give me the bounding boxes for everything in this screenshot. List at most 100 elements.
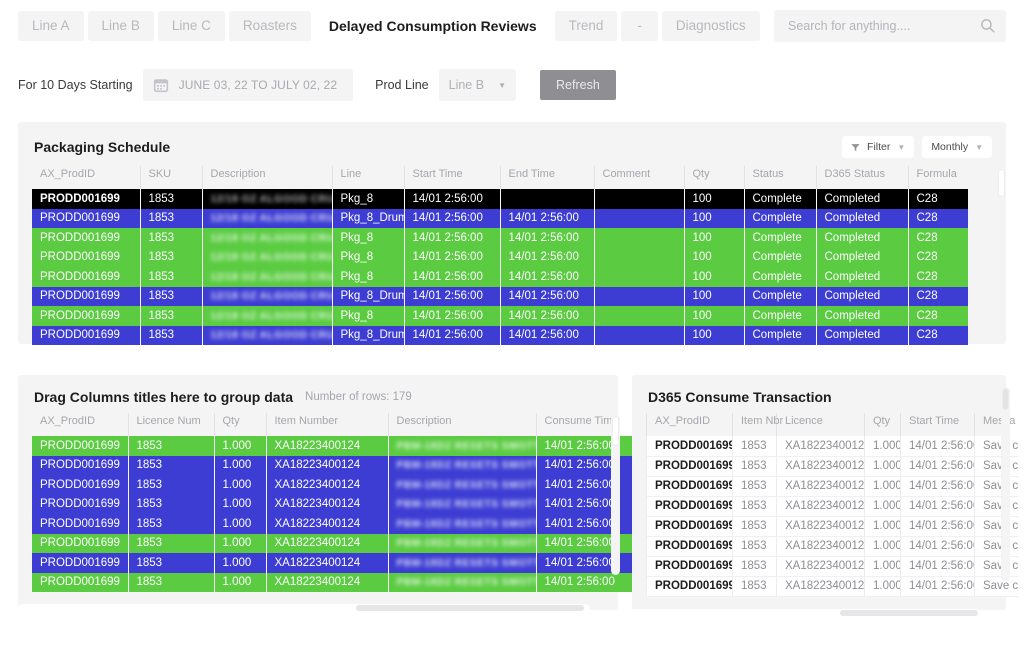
column-header[interactable]: Item Nbr [732,413,783,436]
table-row[interactable]: PRODD001699 185312/18 OZ ALGOOD CRUNCHYPk… [32,267,968,287]
scrollbar-thumb[interactable] [1002,388,1009,410]
table-row[interactable]: PRODD001699 1853 1.000 XA18223400124 PBM-18D… [32,455,632,475]
column-header[interactable]: Formula [907,166,968,189]
column-header[interactable]: Description [201,166,332,189]
table-row[interactable]: PRODD001699 185312/18 OZ ALGOOD CRUNCHYPk… [32,189,968,209]
d365-vertical-scrollbar[interactable] [1001,387,1010,581]
prod-line-select[interactable]: Line B ▼ [438,69,516,101]
scrollbar-thumb[interactable] [840,609,978,616]
table-row[interactable]: PRODD001699 185312/18 OZ ALGOOD CRUNCHYPk… [32,247,968,267]
column-header[interactable]: End Time [499,166,594,189]
scrollbar-thumb[interactable] [612,416,619,446]
tab-line-a[interactable]: Line A [18,11,84,41]
cell-ax_prodid: PRODD001699 [40,329,120,342]
cell-ax_prodid: PRODD001699 [40,498,120,511]
column-header[interactable]: Qty [864,413,901,436]
cell-starttime: 14/01 2:56:00 [900,496,975,517]
cell-ax_prodid: PRODD001699 [40,478,120,491]
cell-description: 12/18 OZ ALGOOD CRUNCHY [201,267,332,287]
table-row[interactable]: PRODD001699 185312/18 OZ ALGOOD CRUNCHYPk… [32,286,968,306]
cell-licence: XA18223400124 [776,576,865,597]
filter-button[interactable]: Filter ▼ [842,136,915,158]
cell-qty: 100 [683,325,744,345]
consume-card-header: Drag Columns titles here to group data N… [18,375,618,413]
d365-table: AX_ProdID Item Nbr Licence Qty Start Time Mes… [646,413,1019,597]
column-header[interactable]: Line [331,166,404,189]
cell-qty: 100 [683,286,744,306]
column-header[interactable]: Qty [213,413,266,436]
column-header[interactable]: Comment [593,166,684,189]
column-header[interactable]: Start Time [900,413,975,436]
date-range-picker[interactable]: JUNE 03, 22 TO JULY 02, 22 [142,69,354,101]
table-row[interactable]: PRODD001699 1853 1.000 XA18223400124 PBM-18D… [32,533,632,553]
tab-[interactable]: - [621,11,658,41]
cell-licencenum: 1853 [127,494,214,514]
column-header[interactable]: Qty [683,166,744,189]
table-row[interactable]: PRODD001699 1853 XA18223400124 1.000 14/01 2… [646,476,1019,497]
tab-roasters[interactable]: Roasters [228,11,311,41]
cell-ax_prodid: PRODD001699 [646,556,733,577]
tab-line-b[interactable]: Line B [87,11,154,41]
group-data-dropzone-label[interactable]: Drag Columns titles here to group data [34,389,293,405]
days-starting-label: For 10 Days Starting [18,78,133,92]
cell-endtime [499,189,594,209]
d365-horizontal-scrollbar[interactable] [632,608,978,617]
cell-licencenum: 1853 [127,572,214,592]
scrollbar-thumb[interactable] [356,605,584,611]
search-input[interactable] [774,10,1006,42]
tab-diagnostics[interactable]: Diagnostics [661,11,760,41]
table-row[interactable]: PRODD001699 1853 XA18223400124 1.000 14/01 2… [646,496,1019,517]
table-row[interactable]: PRODD001699 1853 1.000 XA18223400124 PBM-18D… [32,514,632,534]
cell-itemnumber: XA18223400124 [265,494,388,514]
period-select[interactable]: Monthly ▼ [922,136,992,158]
table-row[interactable]: PRODD001699 1853 XA18223400124 1.000 14/01 2… [646,536,1019,557]
table-row[interactable]: PRODD001699 1853 XA18223400124 1.000 14/01 2… [646,456,1019,477]
cell-licence: XA18223400124 [776,556,865,577]
column-header[interactable]: Start Time [403,166,500,189]
cell-starttime: 14/01 2:56:00 [403,247,500,267]
table-row[interactable]: PRODD001699 185312/18 OZ ALGOOD CRUNCHYPk… [32,325,968,345]
row-count-label: Number of rows: 179 [305,391,412,403]
cell-formula: C28 [907,189,968,209]
tab-line-c[interactable]: Line C [157,11,225,41]
cell-comment [593,247,684,267]
table-row[interactable]: PRODD001699 1853 1.000 XA18223400124 PBM-18D… [32,494,632,514]
column-header[interactable]: AX_ProdID [646,413,733,436]
table-row[interactable]: PRODD001699 1853 XA18223400124 1.000 14/01 2… [646,516,1019,537]
cell-description: PBM-18DZ RESETS SMOTTH [387,436,536,456]
table-row[interactable]: PRODD001699 1853 1.000 XA18223400124 PBM-18D… [32,436,632,456]
column-header[interactable]: Description [387,413,536,436]
column-header[interactable]: Licence Num [127,413,214,436]
column-header[interactable]: AX_ProdID [32,413,128,436]
table-row[interactable]: PRODD001699 185312/18 OZ ALGOOD CRUNCHYPk… [32,306,968,326]
column-header[interactable]: Messa [974,413,1019,436]
table-row[interactable]: PRODD001699 1853 XA18223400124 1.000 14/01 2… [646,576,1019,597]
refresh-button[interactable]: Refresh [540,70,616,100]
consume-horizontal-scrollbar[interactable] [18,604,590,612]
table-row[interactable]: PRODD001699 1853 1.000 XA18223400124 PBM-18D… [32,553,632,573]
scrollbar-thumb[interactable] [998,169,1005,197]
cell-licence: XA18223400124 [776,536,865,557]
tab-delayed-consumption-reviews[interactable]: Delayed Consumption Reviews [314,11,551,41]
table-row[interactable]: PRODD001699 1853 1.000 XA18223400124 PBM-18D… [32,572,632,592]
column-header[interactable]: Status [743,166,816,189]
table-row[interactable]: PRODD001699 185312/18 OZ ALGOOD CRUNCHYPk… [32,228,968,248]
column-header[interactable]: AX_ProdID [32,166,140,189]
table-row[interactable]: PRODD001699 185312/18 OZ ALGOOD CRUNCHYPk… [32,208,968,228]
table-row[interactable]: PRODD001699 1853 XA18223400124 1.000 14/01 2… [646,556,1019,577]
cell-qty: 1.000 [864,576,901,597]
consume-vertical-scrollbar[interactable] [611,415,620,575]
column-header[interactable]: Item Number [265,413,388,436]
cell-endtime: 14/01 2:56:00 [499,286,594,306]
table-row[interactable]: PRODD001699 1853 1.000 XA18223400124 PBM-18D… [32,475,632,495]
column-header[interactable]: D365 Status [815,166,908,189]
tab-trend[interactable]: Trend [554,11,618,41]
cell-itemnbr: 1853 [732,456,777,477]
table-row[interactable]: PRODD001699 1853 XA18223400124 1.000 14/01 2… [646,436,1019,457]
cell-starttime: 14/01 2:56:00 [900,456,975,477]
packaging-vertical-scrollbar[interactable] [997,168,1006,326]
column-header[interactable]: Licence [776,413,865,436]
column-header[interactable]: SKU [139,166,202,189]
cell-d365status: Completed [815,208,908,228]
cell-qty: 100 [683,267,744,287]
